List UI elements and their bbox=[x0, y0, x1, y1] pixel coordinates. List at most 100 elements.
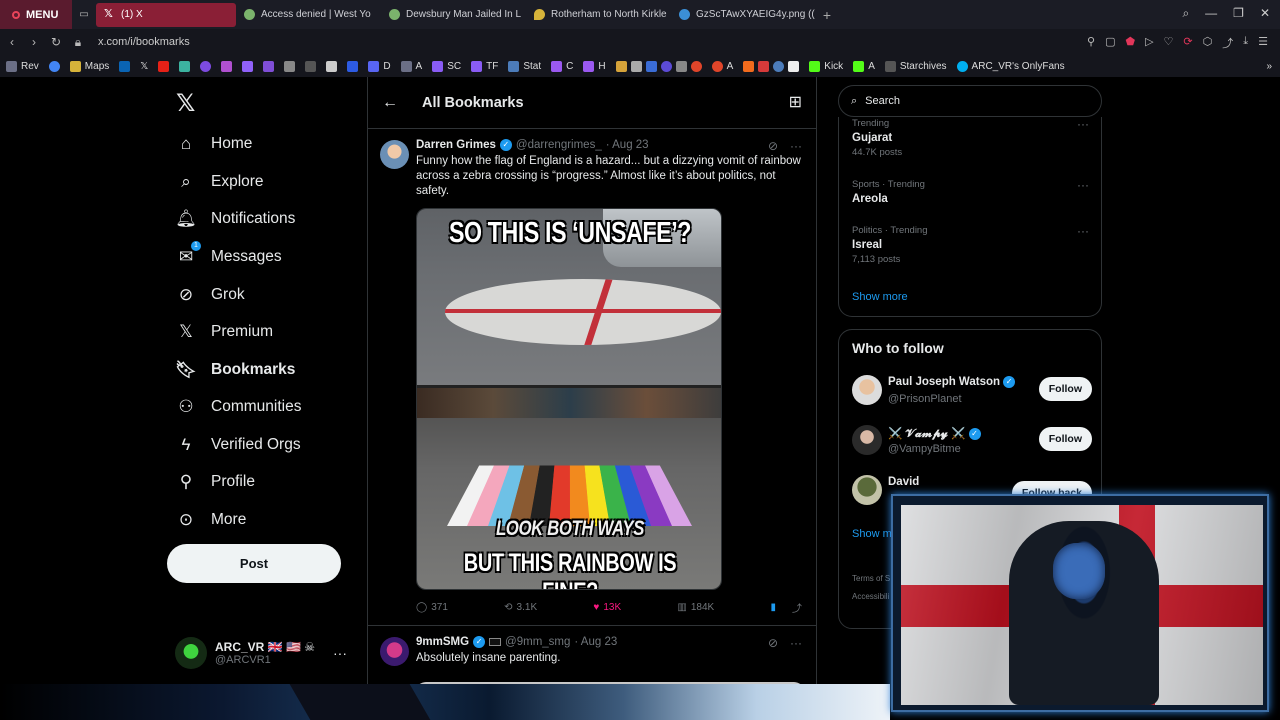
bookmark-site3[interactable] bbox=[242, 60, 254, 72]
x-logo-icon[interactable]: 𝕏 bbox=[176, 89, 195, 118]
new-folder-icon[interactable]: ⊞ bbox=[789, 92, 802, 112]
more-icon[interactable]: ··· bbox=[790, 636, 802, 650]
back-arrow-icon[interactable]: ← bbox=[382, 94, 404, 112]
more-icon[interactable]: ··· bbox=[1077, 178, 1089, 192]
author-handle[interactable]: @9mm_smg bbox=[505, 636, 570, 648]
more-icon[interactable]: ··· bbox=[1077, 224, 1089, 238]
who-to-follow-show-more-link[interactable]: Show m bbox=[852, 528, 892, 540]
vpn-icon[interactable]: ⟳ bbox=[1183, 35, 1192, 51]
like-button[interactable]: ♥ 13K bbox=[593, 602, 621, 613]
url-field[interactable]: x.com/i/bookmarks bbox=[98, 36, 190, 48]
grok-icon[interactable]: ⊘ bbox=[768, 636, 778, 650]
bookmark-site4[interactable] bbox=[263, 60, 275, 72]
avatar[interactable] bbox=[852, 475, 882, 505]
bookmark-c2[interactable]: C bbox=[551, 60, 573, 72]
bookmarks-overflow-icon[interactable]: » bbox=[1266, 61, 1272, 72]
bookmark-onlyfans[interactable]: ARC_VR's OnlyFans bbox=[956, 60, 1065, 72]
avatar[interactable] bbox=[380, 140, 409, 169]
sidebar-item-home[interactable]: ⌂ Home bbox=[175, 133, 253, 155]
restore-icon[interactable]: ❐ bbox=[1233, 6, 1244, 21]
bookmark-rev[interactable]: Rev bbox=[6, 60, 39, 72]
bookmark-a2[interactable]: A bbox=[711, 60, 733, 72]
follow-button[interactable]: Follow bbox=[1038, 377, 1092, 401]
avatar[interactable] bbox=[852, 425, 882, 455]
sidebar-item-grok[interactable]: ⊘ Grok bbox=[175, 284, 245, 306]
easy-setup-icon[interactable]: ☰ bbox=[1258, 35, 1268, 51]
tab-dewsbury[interactable]: Dewsbury Man Jailed In L bbox=[381, 3, 526, 27]
sidebar-item-explore[interactable]: ⌕ Explore bbox=[175, 171, 263, 193]
bookmark-starchives[interactable]: Starchives bbox=[884, 60, 947, 72]
avatar[interactable] bbox=[852, 375, 882, 405]
bookmark-d[interactable]: D bbox=[368, 60, 391, 72]
heart-icon[interactable]: ♡ bbox=[1164, 35, 1174, 51]
new-tab-button[interactable]: + bbox=[816, 7, 838, 23]
extensions-icon[interactable]: ⬡ bbox=[1203, 35, 1213, 51]
reload-icon[interactable]: ↻ bbox=[46, 35, 66, 49]
bookmark-youtube[interactable] bbox=[158, 60, 170, 72]
trends-show-more-link[interactable]: Show more bbox=[852, 291, 908, 303]
bookmark-a[interactable]: A bbox=[400, 60, 422, 72]
close-icon[interactable]: ✕ bbox=[1260, 6, 1270, 21]
bookmark-stat[interactable]: Stat bbox=[508, 60, 541, 72]
account-switcher[interactable]: ARC_VR 🇬🇧 🇺🇸 ☠ @ARCVR1 ··· bbox=[175, 633, 355, 673]
bookmark-tf[interactable]: TF bbox=[471, 60, 498, 72]
bookmark-c[interactable] bbox=[200, 60, 212, 72]
sidebar-item-premium[interactable]: 𝕏 Premium bbox=[175, 321, 273, 343]
sidebar-item-bookmarks[interactable]: 🔖︎ Bookmarks bbox=[175, 359, 295, 381]
snapshot-icon[interactable]: ▢ bbox=[1105, 35, 1115, 51]
author-name[interactable]: Darren Grimes bbox=[416, 139, 496, 151]
bookmark-sc[interactable]: SC bbox=[432, 60, 461, 72]
follow-button[interactable]: Follow bbox=[1038, 427, 1092, 451]
follow-suggestion[interactable]: ⚔️ 𝓥𝓪𝓶𝓹𝔂 ⚔️ ✓ @VampyBitme Follow bbox=[852, 425, 1092, 459]
sidebar-item-messages[interactable]: ✉ 1 Messages bbox=[175, 241, 282, 268]
terms-link[interactable]: Terms of S bbox=[852, 570, 890, 588]
bookmark-site[interactable] bbox=[179, 60, 191, 72]
bookmark-outlook[interactable] bbox=[119, 60, 131, 72]
author-handle[interactable]: @darrengrimes_ bbox=[516, 139, 602, 151]
bookmark-a3[interactable]: A bbox=[853, 60, 875, 72]
bookmark-site6[interactable] bbox=[305, 60, 317, 72]
bookmark-google[interactable] bbox=[48, 60, 60, 72]
browser-menu-button[interactable]: MENU bbox=[0, 0, 72, 29]
bookmark-x[interactable]: 𝕏 bbox=[140, 61, 148, 72]
sidebar-item-communities[interactable]: ⚇ Communities bbox=[175, 396, 301, 418]
tweet-date[interactable]: · Aug 23 bbox=[606, 139, 649, 151]
back-icon[interactable]: ‹ bbox=[2, 35, 22, 49]
tweet[interactable]: ⊘ ··· Darren Grimes ✓ @darrengrimes_ · A… bbox=[368, 129, 816, 626]
tab-image[interactable]: GzScTAwXYAEIG4y.png (( bbox=[671, 3, 816, 27]
follow-suggestion[interactable]: Paul Joseph Watson ✓ @PrisonPlanet Follow bbox=[852, 375, 1092, 409]
tweet-date[interactable]: · Aug 23 bbox=[574, 636, 617, 648]
bookmark-doc[interactable] bbox=[326, 60, 338, 72]
lock-icon[interactable]: 🔒︎ bbox=[68, 35, 88, 50]
play-icon[interactable]: ▷ bbox=[1145, 35, 1153, 51]
author-name[interactable]: 9mmSMG bbox=[416, 636, 469, 648]
pin-icon[interactable]: ⚲ bbox=[1087, 35, 1095, 51]
avatar[interactable] bbox=[380, 637, 409, 666]
trend-item[interactable]: Sports · Trending Areola bbox=[852, 179, 925, 205]
repost-button[interactable]: ⟲ 3.1K bbox=[504, 602, 537, 613]
more-icon[interactable]: ··· bbox=[790, 139, 802, 153]
accessibility-link[interactable]: Accessibili bbox=[852, 588, 890, 606]
trend-item[interactable]: Politics · Trending Isreal 7,113 posts bbox=[852, 225, 928, 265]
bookmark-h[interactable]: H bbox=[583, 60, 606, 72]
forward-icon[interactable]: › bbox=[24, 35, 44, 49]
bookmark-misc2[interactable] bbox=[743, 60, 800, 72]
trend-item[interactable]: Trending Gujarat 44.7K posts bbox=[852, 118, 902, 158]
more-icon[interactable]: ··· bbox=[1077, 117, 1089, 131]
bookmark-site5[interactable] bbox=[284, 60, 296, 72]
search-icon[interactable]: ⌕ bbox=[1182, 6, 1189, 21]
share-icon[interactable]: ⤴ bbox=[1222, 35, 1233, 51]
share-icon[interactable]: ⤴ bbox=[792, 600, 802, 615]
bookmark-misc[interactable] bbox=[615, 60, 702, 72]
sidebar-item-notifications[interactable]: 🔔︎ Notifications bbox=[175, 208, 295, 230]
bookmark-link[interactable] bbox=[347, 60, 359, 72]
minimize-icon[interactable]: — bbox=[1205, 6, 1217, 21]
reply-button[interactable]: ◯ 371 bbox=[416, 602, 448, 613]
post-button[interactable]: Post bbox=[167, 544, 341, 583]
sidebar-item-profile[interactable]: ⚲ Profile bbox=[175, 471, 255, 493]
bookmark-icon[interactable]: ▮ bbox=[770, 602, 776, 613]
tab-access-denied[interactable]: Access denied | West Yo bbox=[236, 3, 381, 27]
sidebar-item-more[interactable]: ⊙ More bbox=[175, 509, 246, 531]
bookmark-site2[interactable] bbox=[221, 60, 233, 72]
tab-rotherham[interactable]: Rotherham to North Kirkle bbox=[526, 3, 671, 27]
